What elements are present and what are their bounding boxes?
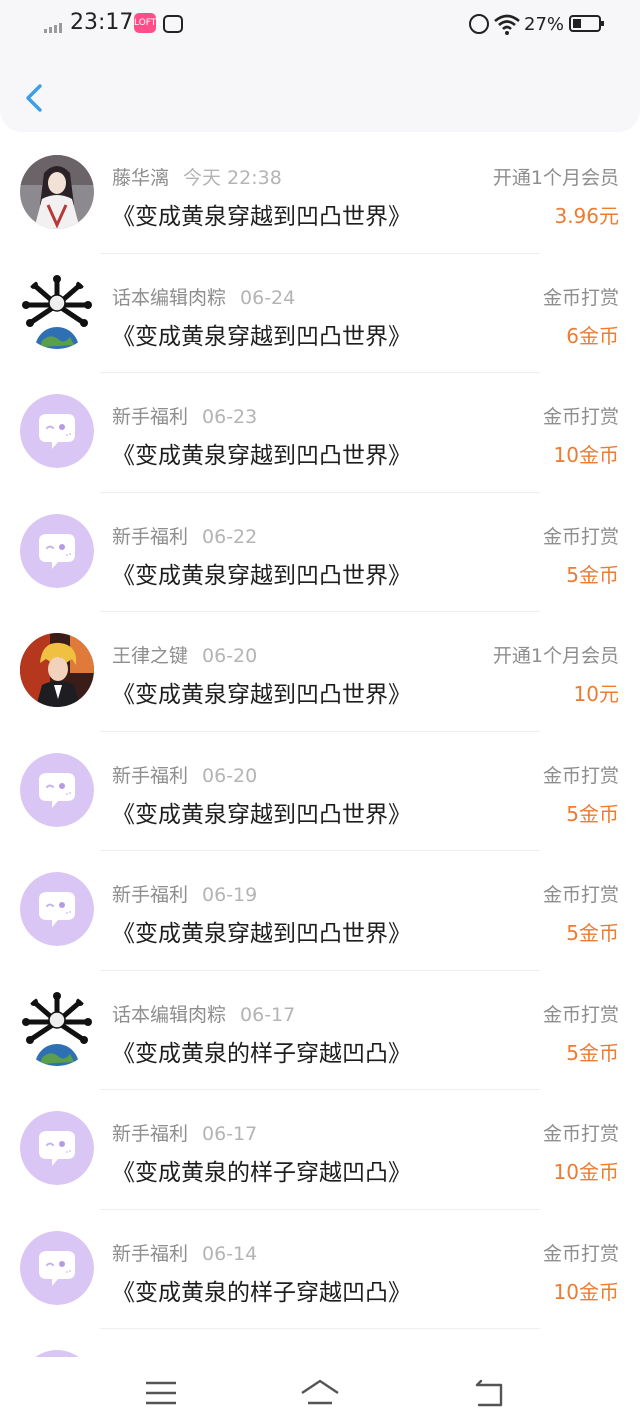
signal-icon — [44, 23, 62, 33]
reward-amount: 10金币 — [553, 1160, 619, 1184]
reward-amount: 5金币 — [566, 921, 619, 945]
back-nav-icon[interactable] — [469, 1373, 509, 1413]
user-name[interactable]: 新手福利 — [112, 526, 188, 548]
reward-type: 开通1个月会员 — [492, 167, 619, 189]
book-title: 《变成黄泉穿越到凹凸世界》 — [112, 562, 411, 589]
record-row[interactable]: 新手福利 06-14 《变成黄泉的样子穿越凹凸》 金币打赏 10金币 — [0, 1210, 640, 1329]
reward-amount: 5金币 — [566, 562, 619, 587]
reward-amount: 5金币 — [566, 1040, 619, 1065]
wifi-icon — [494, 14, 520, 35]
record-meta: 新手福利 06-19 — [112, 880, 257, 907]
record-meta: 新手福利 06-23 — [112, 402, 257, 429]
record-row[interactable]: 新手福利 06-22 《变成黄泉穿越到凹凸世界》 金币打赏 5金币 — [0, 493, 640, 612]
user-name[interactable]: 藤华漓 — [112, 167, 169, 189]
book-title: 《变成黄泉穿越到凹凸世界》 — [112, 443, 411, 469]
book-title: 《变成黄泉穿越到凹凸世界》 — [112, 682, 411, 708]
record-meta: 王律之键 06-20 — [112, 641, 257, 668]
record-row[interactable]: 话本编辑肉粽 06-24 《变成黄泉穿越到凹凸世界》 金币打赏 6金币 — [0, 254, 640, 373]
record-date: 06-23 — [202, 406, 258, 428]
record-row[interactable]: 新手福利 06-23 《变成黄泉穿越到凹凸世界》 金币打赏 10金币 — [0, 373, 640, 493]
record-row[interactable]: 新手福利 06-20 《变成黄泉穿越到凹凸世界》 金币打赏 5金币 — [0, 732, 640, 851]
record-date: 06-14 — [202, 1242, 258, 1265]
book-title: 《变成黄泉的样子穿越凹凸》 — [112, 1040, 411, 1067]
record-meta: 话本编辑肉粽 06-24 — [112, 283, 295, 310]
header — [0, 50, 640, 132]
record-date: 06-19 — [202, 884, 258, 906]
record-row[interactable]: 新手福利 06-19 《变成黄泉穿越到凹凸世界》 金币打赏 5金币 — [0, 851, 640, 971]
user-name[interactable]: 话本编辑肉粽 — [112, 287, 226, 309]
system-nav-bar — [0, 1357, 640, 1427]
reward-amount: 6金币 — [566, 323, 619, 348]
user-name[interactable]: 王律之键 — [112, 645, 188, 667]
reward-amount: 10金币 — [553, 1279, 619, 1304]
book-title: 《变成黄泉穿越到凹凸世界》 — [112, 204, 411, 230]
reward-amount: 5金币 — [566, 801, 619, 826]
record-date: 06-20 — [202, 645, 258, 667]
record-meta: 新手福利 06-14 — [112, 1239, 257, 1266]
welfare-chat-bubble-avatar[interactable] — [20, 752, 94, 827]
record-meta: 新手福利 06-22 — [112, 522, 257, 549]
status-bar: 23:17 LOFTER 27% — [0, 0, 640, 50]
row-divider — [100, 1328, 540, 1329]
record-row[interactable]: 新手福利 06-17 《变成黄泉的样子穿越凹凸》 金币打赏 10金币 — [0, 1090, 640, 1210]
book-title: 《变成黄泉的样子穿越凹凸》 — [112, 1279, 411, 1306]
reward-record-list: 藤华漓 今天 22:38 《变成黄泉穿越到凹凸世界》 开通1个月会员 3.96元 … — [0, 134, 640, 1329]
reward-amount: 3.96元 — [554, 204, 619, 228]
reward-type: 金币打赏 — [542, 406, 619, 428]
back-icon[interactable] — [20, 78, 54, 118]
reward-amount: 10元 — [573, 682, 619, 706]
reward-type: 金币打赏 — [542, 1003, 619, 1026]
user-name[interactable]: 新手福利 — [112, 406, 188, 428]
record-meta: 新手福利 06-20 — [112, 761, 257, 788]
record-date: 06-20 — [202, 764, 258, 787]
record-date: 今天 22:38 — [183, 167, 282, 189]
reward-type: 金币打赏 — [542, 1123, 619, 1145]
book-title: 《变成黄泉穿越到凹凸世界》 — [112, 921, 411, 947]
user-name[interactable]: 新手福利 — [112, 1123, 188, 1145]
editor-earth-bones-avatar[interactable] — [20, 274, 94, 349]
welfare-chat-bubble-avatar[interactable] — [20, 513, 94, 588]
book-title: 《变成黄泉的样子穿越凹凸》 — [112, 1160, 411, 1186]
menu-icon[interactable] — [141, 1373, 181, 1413]
user-name[interactable]: 新手福利 — [112, 1243, 188, 1265]
reward-type: 金币打赏 — [542, 286, 619, 309]
record-row[interactable]: 藤华漓 今天 22:38 《变成黄泉穿越到凹凸世界》 开通1个月会员 3.96元 — [0, 134, 640, 254]
record-date: 06-24 — [240, 286, 296, 309]
battery-percent: 27% — [524, 14, 565, 35]
welfare-chat-bubble-avatar[interactable] — [20, 394, 94, 468]
book-title: 《变成黄泉穿越到凹凸世界》 — [112, 801, 411, 828]
record-date: 06-17 — [240, 1003, 296, 1026]
portrait-white-robe-avatar[interactable] — [20, 155, 94, 229]
record-meta: 藤华漓 今天 22:38 — [112, 163, 282, 190]
bilibili-app-icon — [163, 15, 183, 33]
alarm-icon — [469, 14, 489, 34]
record-date: 06-22 — [202, 525, 258, 548]
status-time: 23:17 — [70, 10, 134, 35]
record-meta: 新手福利 06-17 — [112, 1119, 257, 1146]
reward-type: 金币打赏 — [542, 525, 619, 548]
portrait-blond-avatar[interactable] — [20, 633, 94, 707]
reward-type: 开通1个月会员 — [492, 645, 619, 667]
book-title: 《变成黄泉穿越到凹凸世界》 — [112, 323, 411, 350]
welfare-chat-bubble-avatar[interactable] — [20, 872, 94, 946]
user-name[interactable]: 新手福利 — [112, 884, 188, 906]
user-name[interactable]: 新手福利 — [112, 765, 188, 787]
editor-earth-bones-avatar[interactable] — [20, 991, 94, 1066]
welfare-chat-bubble-avatar[interactable] — [20, 1230, 94, 1305]
record-meta: 话本编辑肉粽 06-17 — [112, 1000, 295, 1027]
record-date: 06-17 — [202, 1123, 258, 1145]
record-row[interactable]: 话本编辑肉粽 06-17 《变成黄泉的样子穿越凹凸》 金币打赏 5金币 — [0, 971, 640, 1090]
user-name[interactable]: 话本编辑肉粽 — [112, 1004, 226, 1026]
lofter-app-icon: LOFTER — [134, 13, 168, 33]
reward-type: 金币打赏 — [542, 1242, 619, 1265]
battery-icon — [569, 15, 604, 32]
reward-type: 金币打赏 — [542, 884, 619, 906]
reward-type: 金币打赏 — [542, 764, 619, 787]
welfare-chat-bubble-avatar[interactable] — [20, 1111, 94, 1185]
reward-amount: 10金币 — [553, 443, 619, 467]
record-row[interactable]: 王律之键 06-20 《变成黄泉穿越到凹凸世界》 开通1个月会员 10元 — [0, 612, 640, 732]
home-icon[interactable] — [300, 1373, 340, 1413]
